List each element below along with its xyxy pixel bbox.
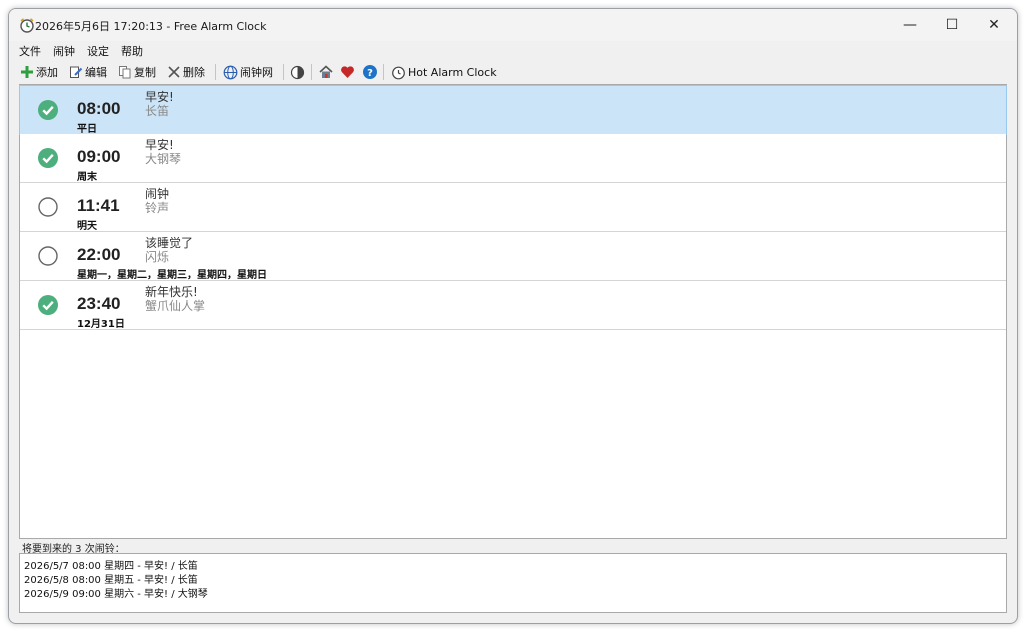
enabled-check-icon[interactable] [38, 148, 58, 168]
donate-button[interactable] [340, 62, 357, 82]
svg-text:?: ? [367, 68, 373, 79]
globe-icon [223, 65, 238, 79]
alarm-days: 周末 [77, 172, 97, 183]
copy-button[interactable]: 复制 [118, 62, 156, 82]
upcoming-alarm-item: 2026/5/7 08:00 星期四 - 早安! / 长笛 [24, 561, 198, 572]
hot-alarm-clock-button[interactable]: Hot Alarm Clock [391, 62, 497, 82]
theme-toggle-button[interactable] [290, 62, 307, 82]
app-window: 2026年5月6日 17:20:13 - Free Alarm Clock — … [8, 8, 1018, 624]
alarm-sound: 大钢琴 [145, 152, 182, 166]
menu-alarm[interactable]: 闹钟 [53, 43, 75, 59]
toolbar-separator [311, 64, 312, 80]
plus-icon [21, 66, 33, 78]
add-button[interactable]: 添加 [20, 62, 58, 82]
delete-label: 删除 [183, 66, 205, 79]
alarm-sound: 闪烁 [145, 250, 170, 264]
enabled-check-icon[interactable] [38, 295, 58, 315]
alarm-net-label: 闹钟网 [240, 66, 273, 79]
copy-icon [119, 66, 131, 79]
alarm-days: 12月31日 [77, 319, 125, 330]
minimize-button[interactable]: — [889, 9, 931, 41]
alarm-days: 平日 [77, 124, 97, 135]
alarm-row[interactable]: 11:41 明天 闹钟 铃声 [20, 183, 1006, 232]
alarm-row[interactable]: 09:00 周末 早安! 大钢琴 [20, 134, 1006, 183]
toolbar-separator [283, 64, 284, 80]
upcoming-alarms-list: 2026/5/7 08:00 星期四 - 早安! / 长笛 2026/5/8 0… [19, 553, 1007, 613]
edit-icon [70, 66, 83, 78]
alarm-time: 08:00 [77, 99, 121, 118]
home-button[interactable] [318, 62, 336, 82]
disabled-circle-icon[interactable] [38, 246, 58, 266]
alarm-row[interactable]: 22:00 星期一，星期二，星期三，星期四，星期日 该睡觉了 闪烁 [20, 232, 1006, 281]
heart-icon [341, 66, 354, 78]
help-button[interactable]: ? [362, 62, 380, 82]
minimize-icon: — [903, 17, 917, 33]
alarm-time: 09:00 [77, 147, 121, 166]
menu-bar: 文件 闹钟 设定 帮助 [9, 41, 1017, 61]
edit-button[interactable]: 编辑 [69, 62, 107, 82]
close-button[interactable]: ✕ [973, 9, 1015, 41]
alarm-sound: 铃声 [145, 201, 170, 215]
contrast-icon [290, 65, 305, 79]
clock-icon [392, 66, 405, 79]
toolbar-separator [383, 64, 384, 80]
alarm-sound: 长笛 [145, 104, 170, 118]
alarm-time: 11:41 [77, 196, 120, 215]
alarm-time: 23:40 [77, 294, 121, 313]
alarm-row[interactable]: 08:00 平日 早安! 长笛 [19, 85, 1007, 135]
help-icon: ? [363, 65, 377, 79]
menu-file[interactable]: 文件 [19, 43, 41, 59]
delete-button[interactable]: 删除 [167, 62, 205, 82]
alarm-days: 星期一，星期二，星期三，星期四，星期日 [77, 270, 267, 281]
upcoming-alarm-item: 2026/5/9 09:00 星期六 - 早安! / 大钢琴 [24, 589, 208, 600]
alarm-clock-app-icon [20, 18, 34, 33]
hot-alarm-clock-label: Hot Alarm Clock [408, 65, 497, 79]
disabled-circle-icon[interactable] [38, 197, 58, 217]
maximize-icon: ☐ [945, 17, 959, 33]
toolbar: 添加 编辑 复制 删除 闹钟网 ? Hot Alarm Clock [9, 61, 1017, 83]
alarm-sound: 蟹爪仙人掌 [145, 299, 206, 313]
copy-label: 复制 [134, 66, 156, 79]
edit-label: 编辑 [85, 66, 107, 79]
alarm-time: 22:00 [77, 245, 121, 264]
alarm-net-button[interactable]: 闹钟网 [223, 62, 273, 82]
home-icon [319, 65, 333, 78]
menu-settings[interactable]: 设定 [87, 43, 109, 59]
enabled-check-icon[interactable] [38, 100, 58, 120]
title-bar: 2026年5月6日 17:20:13 - Free Alarm Clock — … [9, 9, 1017, 41]
menu-help[interactable]: 帮助 [121, 43, 143, 59]
alarm-days: 明天 [77, 221, 97, 232]
delete-x-icon [168, 66, 180, 78]
add-label: 添加 [36, 66, 58, 79]
window-title: 2026年5月6日 17:20:13 - Free Alarm Clock [35, 20, 267, 33]
alarm-list[interactable]: 08:00 平日 早安! 长笛 09:00 周末 早安! 大钢琴 11:41 明… [19, 84, 1007, 539]
toolbar-separator [215, 64, 216, 80]
maximize-button[interactable]: ☐ [931, 9, 973, 41]
upcoming-alarm-item: 2026/5/8 08:00 星期五 - 早安! / 长笛 [24, 575, 198, 586]
alarm-row[interactable]: 23:40 12月31日 新年快乐! 蟹爪仙人掌 [20, 281, 1006, 330]
close-icon: ✕ [988, 17, 1000, 33]
